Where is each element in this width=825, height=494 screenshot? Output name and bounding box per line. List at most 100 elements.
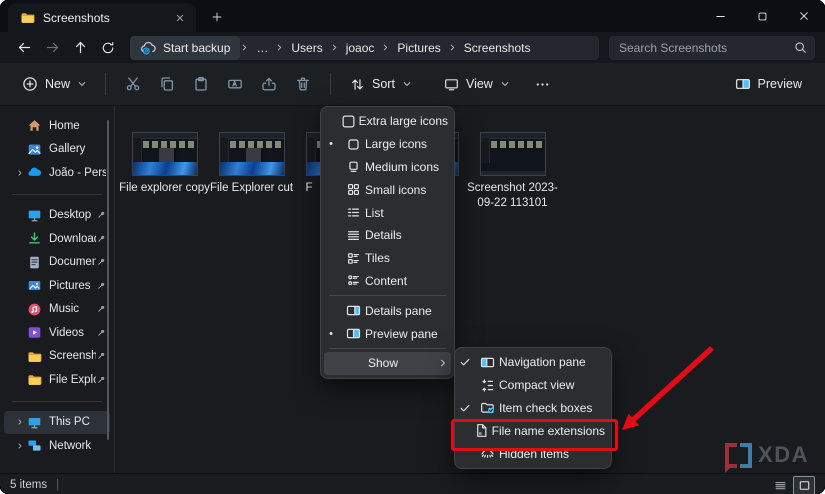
thumbnails-view-toggle[interactable] [793,476,815,494]
check-icon [459,356,471,368]
view-button[interactable]: View [435,69,519,99]
item-count: 5 items [10,479,47,491]
more-options-button[interactable] [527,69,559,99]
videos-icon [27,325,42,340]
view-menu-item-large-icons[interactable]: •Large icons [321,133,454,156]
breadcrumb-item-ellipsis[interactable]: … [249,41,275,55]
tab-screenshots[interactable]: Screenshots [8,3,196,32]
view-menu-item-small-icons[interactable]: Small icons [321,178,454,201]
view-menu-item-medium-icons[interactable]: Medium icons [321,156,454,179]
sidebar-item-label: João - Personal [49,167,106,179]
file-item-screenshot-2023-09-22-113101[interactable]: Screenshot 2023-09-22 113101 [469,132,556,211]
delete-button[interactable] [287,69,319,99]
plus-icon [211,11,223,23]
minimize-button[interactable] [699,0,741,32]
back-button[interactable] [10,35,38,61]
thumbnails-view-icon [798,479,811,492]
sidebar-item-this-pc[interactable]: This PC [4,411,110,435]
rename-button[interactable] [219,69,251,99]
breadcrumb-item-joaoc[interactable]: joaoc [339,41,382,55]
lg-square-icon [341,137,365,152]
tab-bar: Screenshots [0,0,825,32]
sidebar-item-videos[interactable]: Videos [4,321,110,345]
up-button[interactable] [66,35,94,61]
close-button[interactable] [783,0,825,32]
expand-chevron-icon[interactable] [12,442,27,450]
sidebar-item-gallery[interactable]: Gallery [4,138,110,162]
view-menu-item-details-pane[interactable]: Details pane [321,299,454,322]
sidebar-item-network[interactable]: Network [4,434,110,458]
sidebar-item-label: File Explorer [49,374,96,386]
show-submenu-item-compact-view[interactable]: Compact view [455,374,611,397]
file-name: File Explorer cut [204,181,300,196]
sidebar-item-home[interactable]: Home [4,114,110,138]
new-button[interactable]: New [14,69,95,99]
sidebar-item-pictures[interactable]: Pictures [4,274,110,298]
forward-button[interactable] [38,35,66,61]
view-button-label: View [466,77,493,91]
address-bar[interactable]: Start backup … Users joaoc Pictures Screensh… [130,36,599,60]
search-box[interactable] [609,36,815,60]
view-menu-item-preview-pane[interactable]: •Preview pane [321,322,454,345]
preview-toggle-button[interactable]: Preview [726,69,811,99]
copy-button[interactable] [151,69,183,99]
details-icon [346,228,361,243]
home-icon [27,118,42,133]
sidebar-item-documents[interactable]: Documents [4,251,110,275]
sort-button[interactable]: Sort [341,69,421,99]
sidebar: HomeGallery João - Personal DesktopDownloa… [0,106,115,473]
pin-icon [96,257,106,267]
refresh-button[interactable] [94,35,122,61]
check-icon [455,356,475,368]
xda-bracket-right-icon [740,443,752,468]
maximize-button[interactable] [741,0,783,32]
breadcrumb-item-pictures[interactable]: Pictures [390,41,447,55]
check-icon [455,402,475,414]
xl-square-icon [338,114,359,129]
show-submenu-item-item-check-boxes[interactable]: Item check boxes [455,397,611,420]
details-view-toggle[interactable] [770,477,790,494]
sidebar-item-music[interactable]: Music [4,298,110,322]
view-menu-item-show[interactable]: Show [324,352,451,375]
view-menu-item-tiles[interactable]: Tiles [321,247,454,270]
paste-button[interactable] [185,69,217,99]
sidebar-item-screenshots[interactable]: Screenshots [4,345,110,369]
show-submenu: Navigation pane Compact viewItem check bo… [454,347,612,469]
file-item-file-explorer-copy[interactable]: File explorer copy [121,132,208,196]
sidebar-item-downloads[interactable]: Downloads [4,227,110,251]
chevron-right-icon [240,43,249,52]
delete-icon [295,76,311,92]
sidebar-item-label: This PC [49,416,106,428]
breadcrumb-item-users[interactable]: Users [284,41,329,55]
file-item-file-explorer-cut[interactable]: File Explorer cut [208,132,295,196]
sidebar-item-label: Videos [49,327,96,339]
show-submenu-item-navigation-pane[interactable]: Navigation pane [455,351,611,374]
breadcrumb-chevron-icon [330,43,339,52]
close-icon [175,13,185,23]
list-icon [346,205,361,220]
share-button[interactable] [253,69,285,99]
sidebar-scrollbar[interactable] [107,120,109,440]
onedrive-icon [27,165,42,180]
sidebar-item-jo-o-personal[interactable]: João - Personal [4,161,110,185]
expand-chevron-icon[interactable] [12,169,27,177]
this-pc-icon [27,415,42,430]
show-submenu-item-file-name-extensions[interactable]: File name extensions [455,419,611,442]
view-menu-item-details[interactable]: Details [321,224,454,247]
expand-chevron-icon[interactable] [12,418,27,426]
search-input[interactable] [617,40,794,56]
view-menu-item-list[interactable]: List [321,201,454,224]
view-menu-item-content[interactable]: Content [321,270,454,293]
menu-item-label: Navigation pane [499,355,586,369]
preview-pane-icon [341,326,365,341]
view-menu-item-extra-large-icons[interactable]: Extra large icons [321,110,454,133]
sidebar-item-desktop[interactable]: Desktop [4,204,110,228]
close-icon [798,10,810,22]
breadcrumb-item-screenshots[interactable]: Screenshots [457,41,538,55]
show-submenu-item-hidden-items[interactable]: Hidden items [455,442,611,465]
start-backup-button[interactable]: Start backup [130,36,240,60]
cut-button[interactable] [117,69,149,99]
sidebar-item-file-explorer[interactable]: File Explorer [4,368,110,392]
new-tab-button[interactable] [204,4,230,30]
tab-close-icon[interactable] [170,8,190,28]
